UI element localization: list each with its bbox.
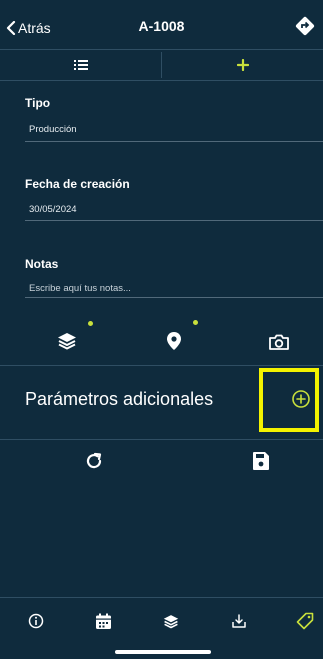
header-divider [0, 49, 323, 50]
refresh-icon [86, 452, 102, 469]
tipo-underline [25, 141, 323, 142]
info-icon [28, 613, 44, 629]
tipo-field[interactable]: Producción [29, 124, 77, 135]
notas-label: Notas [25, 257, 59, 271]
tipo-label: Tipo [25, 96, 51, 110]
layers-icon [163, 614, 179, 628]
location-button[interactable] [159, 326, 189, 356]
params-divider-top [0, 365, 323, 366]
bottom-calendar-button[interactable] [89, 609, 117, 633]
tab-list[interactable] [0, 52, 161, 78]
back-label: Atrás [18, 20, 51, 36]
fecha-label: Fecha de creación [25, 177, 130, 191]
bottom-info-button[interactable] [22, 609, 50, 633]
bottom-layers-button[interactable] [157, 609, 185, 633]
camera-icon [269, 334, 289, 350]
save-button[interactable] [246, 446, 276, 476]
save-icon [253, 452, 269, 470]
layers-indicator-dot [88, 321, 93, 326]
location-pin-icon [167, 332, 181, 350]
home-indicator [115, 650, 211, 654]
plus-icon [236, 59, 249, 71]
back-button[interactable]: Atrás [6, 17, 51, 39]
fecha-underline [25, 220, 323, 221]
tab-add[interactable] [162, 52, 323, 78]
params-divider-bottom [0, 439, 323, 440]
chevron-left-icon [6, 21, 16, 35]
notas-underline [25, 297, 323, 298]
layers-icon [58, 333, 76, 350]
tag-icon [296, 612, 314, 630]
plus-circle-icon[interactable] [291, 389, 311, 409]
tabs-divider [0, 80, 323, 81]
camera-button[interactable] [264, 327, 294, 357]
calendar-icon [95, 613, 111, 629]
bottom-download-button[interactable] [225, 609, 253, 633]
layers-button[interactable] [52, 326, 82, 356]
list-icon [73, 60, 88, 70]
fecha-field[interactable]: 30/05/2024 [29, 204, 77, 215]
location-indicator-dot [193, 320, 198, 325]
download-icon [232, 614, 246, 628]
params-label: Parámetros adicionales [25, 389, 214, 409]
navigation-diamond-icon[interactable] [293, 14, 317, 38]
bottom-bar-divider [0, 597, 323, 598]
notas-input[interactable]: Escribe aquí tus notas... [29, 283, 131, 294]
bottom-tag-button[interactable] [291, 609, 319, 633]
refresh-button[interactable] [79, 446, 109, 476]
